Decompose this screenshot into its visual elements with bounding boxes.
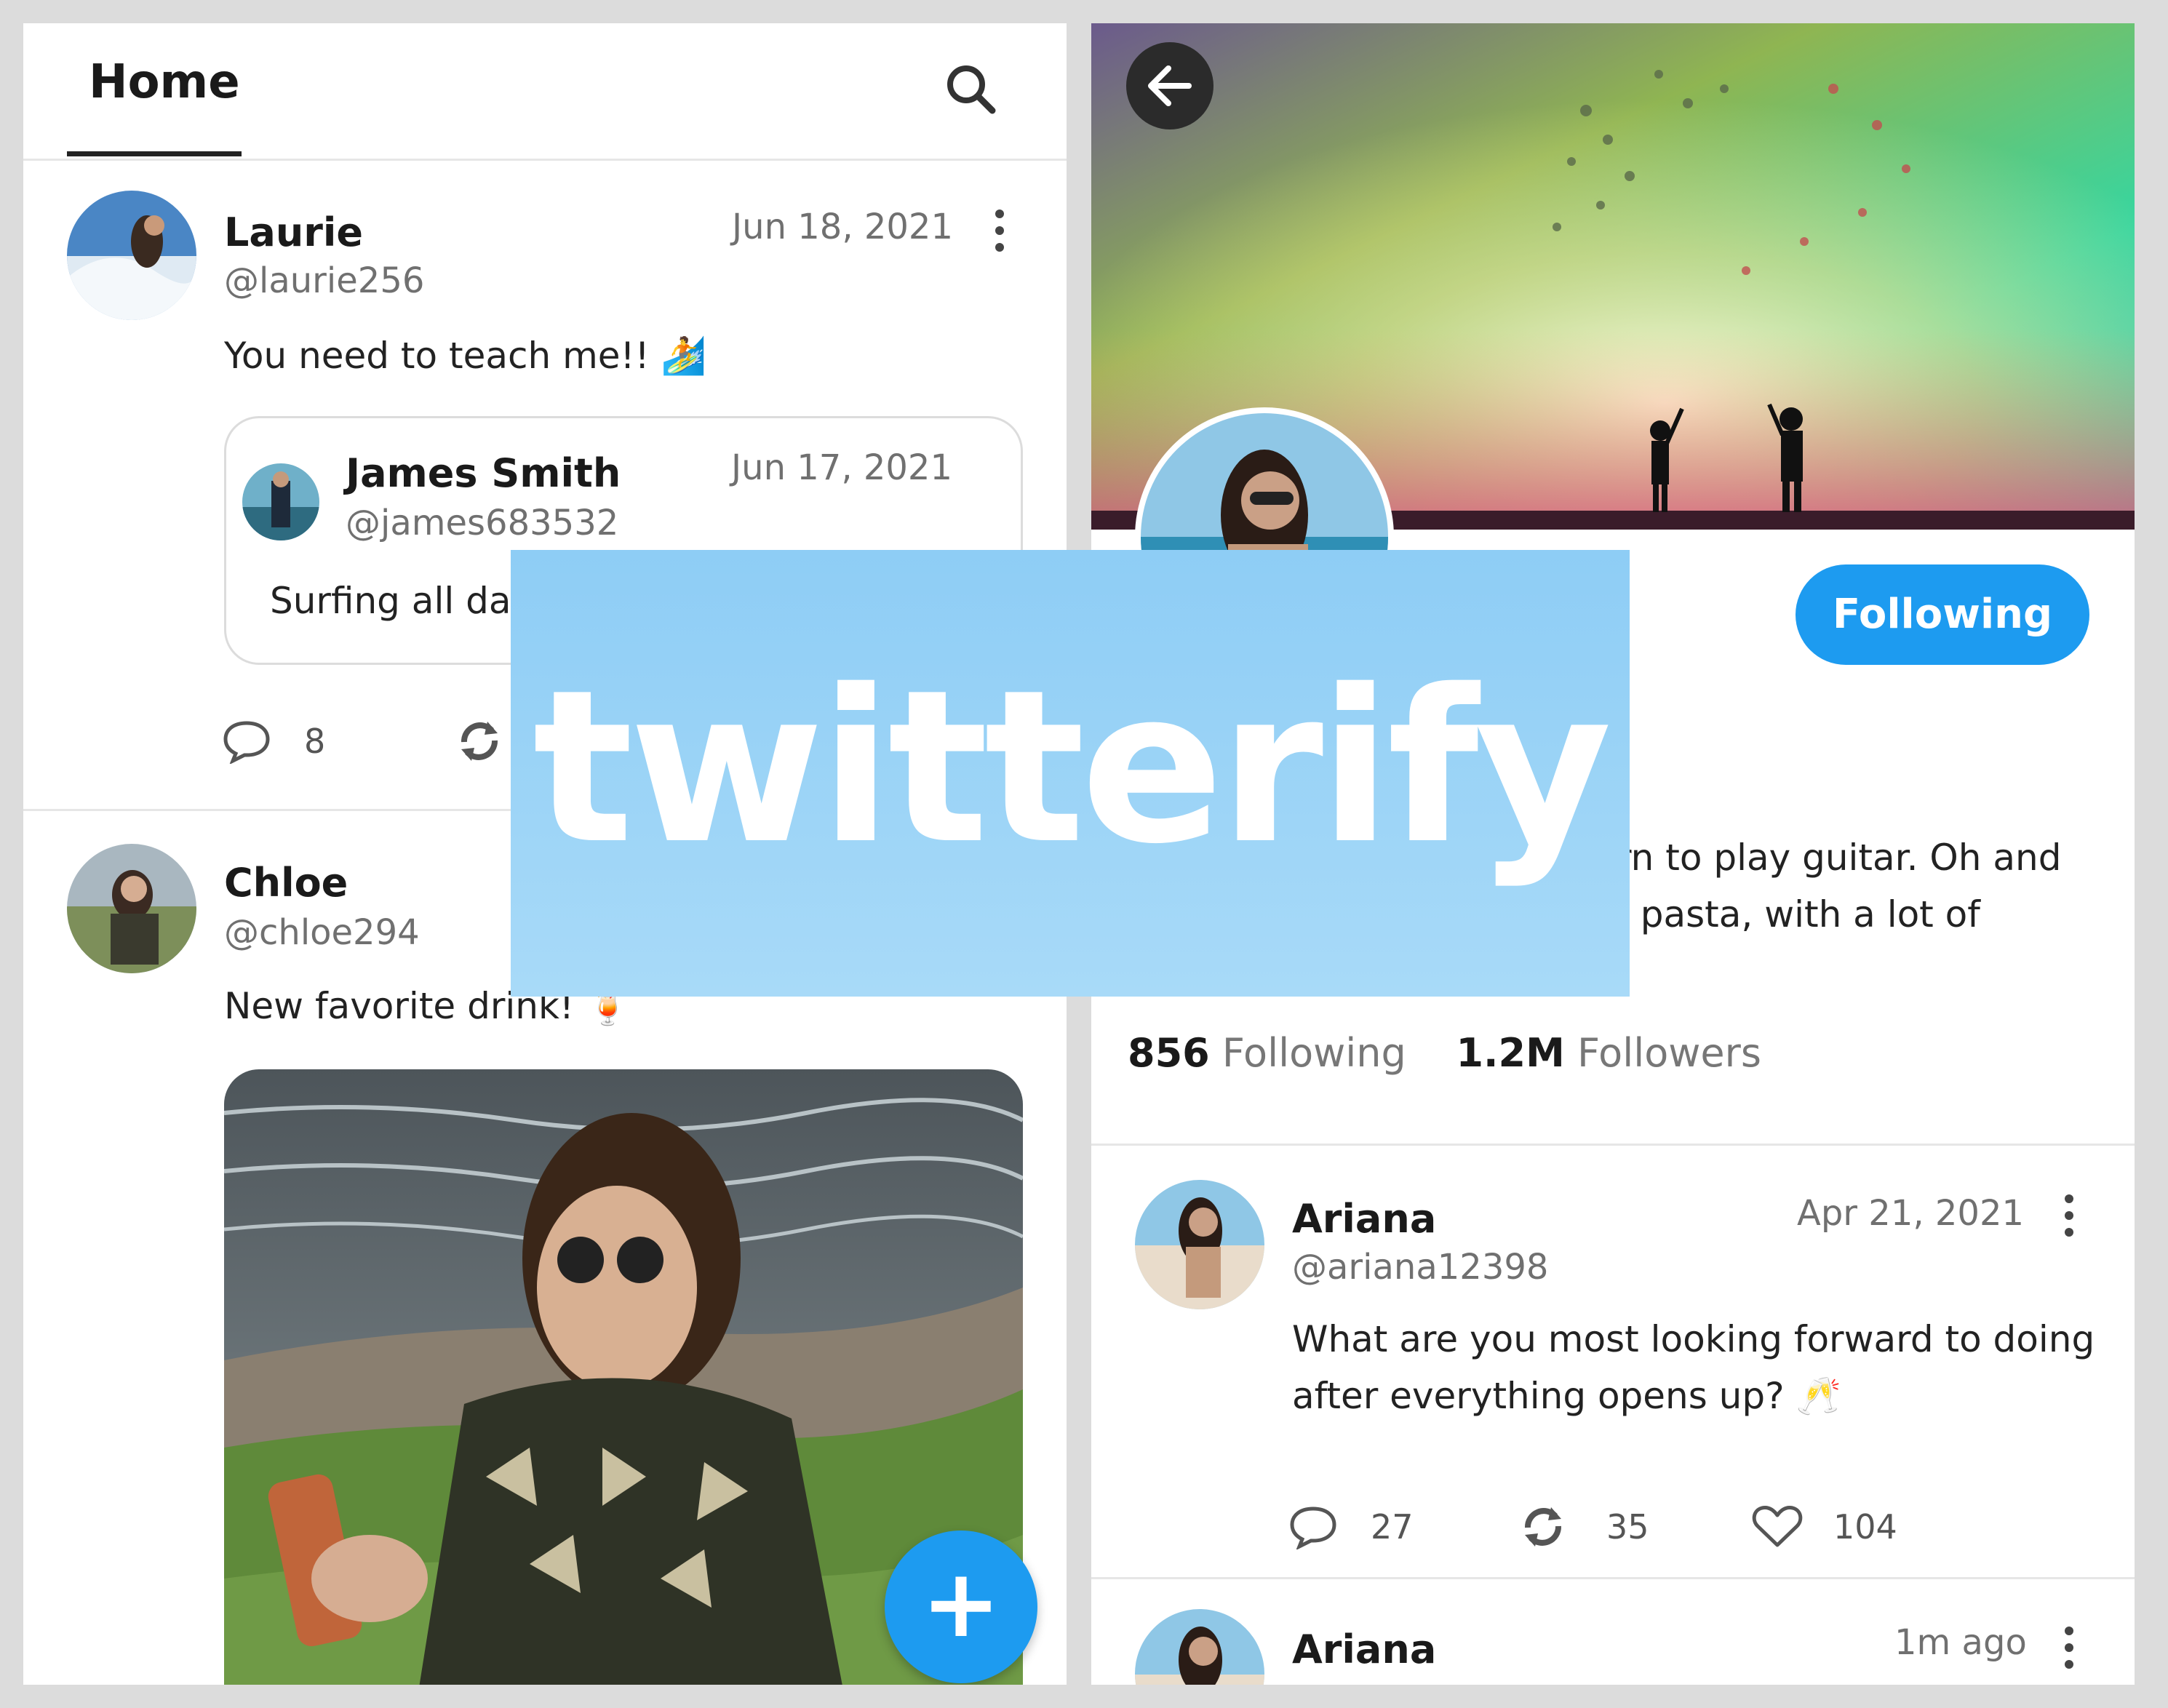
- quoted-author-handle: @james683532: [346, 503, 619, 543]
- followers-label[interactable]: Followers: [1577, 1030, 1761, 1076]
- following-label[interactable]: Following: [1222, 1030, 1406, 1076]
- following-button[interactable]: Following: [1796, 564, 2089, 665]
- post-text: You need to teach me!! 🏄: [224, 335, 706, 377]
- author-name[interactable]: Ariana: [1292, 1627, 1436, 1672]
- post-date: Apr 21, 2021: [1797, 1193, 2025, 1234]
- avatar[interactable]: [1135, 1180, 1264, 1309]
- post-text: after everything opens up? 🥂: [1292, 1375, 1841, 1417]
- followers-count[interactable]: 1.2M: [1456, 1030, 1564, 1076]
- post-date: Jun 18, 2021: [732, 207, 954, 247]
- compose-button[interactable]: +: [885, 1531, 1037, 1683]
- author-name[interactable]: Laurie: [224, 209, 363, 255]
- following-count[interactable]: 856: [1128, 1030, 1210, 1076]
- arrow-left-icon: [1148, 65, 1192, 106]
- author-handle[interactable]: @laurie256: [224, 260, 424, 301]
- profile-bio: / pasta, with a lot of: [1617, 893, 1980, 935]
- retweet-icon[interactable]: [455, 717, 503, 765]
- app-logo: twitterify: [511, 550, 1630, 997]
- logo-text: twitterify: [533, 645, 1612, 890]
- quoted-post-date: Jun 17, 2021: [731, 447, 953, 488]
- comment-count: 27: [1371, 1507, 1414, 1547]
- post-divider: [1091, 1577, 2135, 1579]
- plus-icon: +: [921, 1548, 1001, 1659]
- post-date: 1m ago: [1894, 1622, 2027, 1663]
- comment-count: 8: [304, 722, 326, 761]
- author-handle[interactable]: @ariana12398: [1292, 1247, 1548, 1288]
- comment-icon[interactable]: [223, 719, 271, 764]
- profile-bio: rn to play guitar. Oh and: [1617, 837, 2062, 879]
- search-icon[interactable]: [941, 60, 1000, 118]
- profile-stats: 856 Following 1.2M Followers: [1128, 1030, 1761, 1076]
- author-name[interactable]: Chloe: [224, 860, 348, 906]
- page-title: Home: [89, 55, 240, 109]
- author-name[interactable]: Ariana: [1292, 1196, 1436, 1242]
- home-header: Home: [23, 23, 1067, 161]
- comment-icon[interactable]: [1289, 1504, 1337, 1549]
- more-options-icon[interactable]: [2062, 1194, 2076, 1245]
- post-text: What are you most looking forward to doi…: [1292, 1318, 2095, 1360]
- more-options-icon[interactable]: [2062, 1627, 2076, 1677]
- author-handle[interactable]: @chloe294: [224, 912, 420, 953]
- quoted-author-name: James Smith: [346, 450, 621, 496]
- retweet-count: 35: [1606, 1507, 1649, 1547]
- section-divider: [1091, 1144, 2135, 1146]
- active-tab-indicator: [67, 151, 242, 156]
- avatar: [242, 463, 319, 540]
- like-count: 104: [1833, 1507, 1897, 1547]
- quoted-post-text: Surfing all day: [270, 580, 533, 622]
- back-button[interactable]: [1126, 42, 1213, 129]
- more-options-icon[interactable]: [992, 209, 1007, 260]
- avatar[interactable]: [67, 844, 196, 973]
- avatar[interactable]: [67, 191, 196, 320]
- retweet-icon[interactable]: [1519, 1503, 1567, 1551]
- avatar[interactable]: [1135, 1609, 1264, 1685]
- heart-icon[interactable]: [1752, 1504, 1803, 1549]
